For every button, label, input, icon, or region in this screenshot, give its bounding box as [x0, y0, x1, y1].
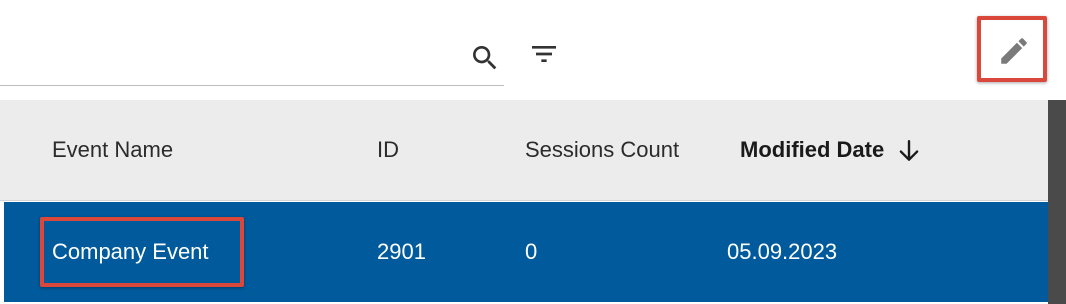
scrollbar[interactable] — [1048, 100, 1066, 304]
scrollbar-thumb[interactable] — [1048, 100, 1066, 304]
event-name-highlight — [40, 217, 244, 287]
cell-modified-date: 05.09.2023 — [727, 239, 838, 264]
arrow-down-icon[interactable] — [896, 138, 922, 164]
search-input[interactable] — [10, 38, 454, 74]
column-header-sessions-count[interactable]: Sessions Count — [525, 137, 679, 163]
cell-id: 2901 — [377, 239, 426, 264]
filter-icon[interactable] — [528, 38, 560, 70]
cell-sessions-count: 0 — [525, 239, 538, 264]
column-header-modified-date[interactable]: Modified Date — [740, 137, 884, 163]
column-header-event-name[interactable]: Event Name — [52, 137, 173, 163]
search-icon[interactable] — [469, 42, 501, 74]
column-header-id[interactable]: ID — [377, 137, 399, 163]
pencil-icon[interactable] — [997, 34, 1031, 68]
table-header: Event Name ID Sessions Count Modified Da… — [0, 100, 1048, 201]
toolbar — [0, 0, 1066, 101]
table-row[interactable]: Company Event 2901 0 05.09.2023 — [4, 202, 1048, 302]
page: Event Name ID Sessions Count Modified Da… — [0, 0, 1066, 304]
search-field[interactable] — [0, 28, 504, 86]
events-table: Event Name ID Sessions Count Modified Da… — [0, 100, 1048, 304]
